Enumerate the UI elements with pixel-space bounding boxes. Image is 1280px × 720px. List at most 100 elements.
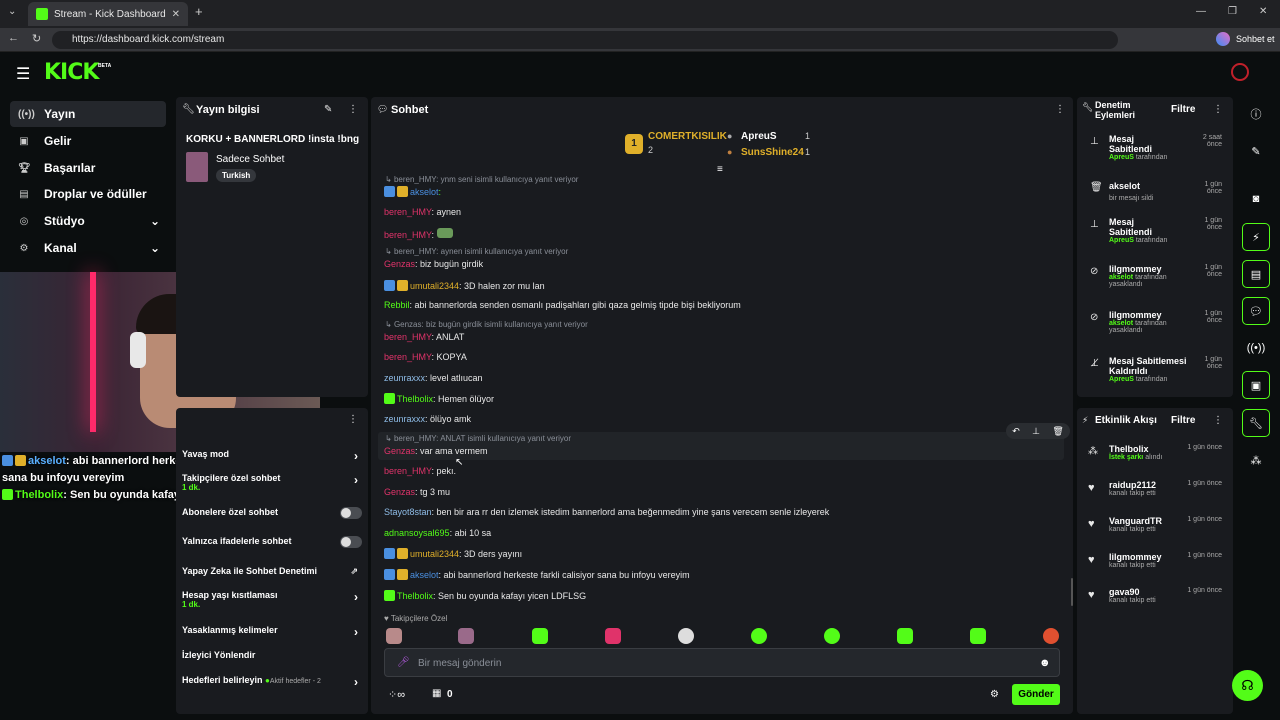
mod-action-item[interactable]: lilgmommey akselot tarafından yasaklandı 1… bbox=[1086, 310, 1222, 334]
stream-category[interactable]: Sadece Sohbet bbox=[216, 154, 284, 165]
chat-icon[interactable]: 💬︎ bbox=[1242, 297, 1270, 325]
notes-icon[interactable]: ▤ bbox=[1242, 260, 1270, 288]
kick-logo[interactable]: KICK bbox=[44, 60, 99, 85]
url-field[interactable]: https://dashboard.kick.com/stream bbox=[52, 31, 1118, 49]
setting-emotes-only[interactable]: Yalnızca ifadelerle sohbet bbox=[182, 536, 362, 548]
chat-message[interactable]: Genzas: tg 3 mu bbox=[384, 487, 450, 497]
reply-icon[interactable]: ↶ bbox=[1012, 426, 1020, 437]
emote-icon[interactable] bbox=[824, 628, 840, 644]
layout-icon[interactable]: ▣ bbox=[1242, 371, 1270, 399]
user-avatar[interactable] bbox=[1231, 63, 1249, 81]
chat-message[interactable]: Stayot8stan: ben bir ara rr den izlemek … bbox=[384, 507, 829, 517]
chat-username[interactable]: adnansoysal695 bbox=[384, 528, 450, 538]
chat-username[interactable]: beren_HMY bbox=[384, 466, 432, 476]
mod-action-user[interactable]: akselot bbox=[1109, 274, 1133, 281]
setting-subscribers-only[interactable]: Abonelere özel sohbet bbox=[182, 507, 362, 519]
setting-account-age[interactable]: Hesap yaşı kısıtlaması 1 dk. › bbox=[182, 590, 362, 609]
activity-icon[interactable]: ⁂ bbox=[1242, 446, 1270, 474]
more-icon[interactable]: ⋮ bbox=[1213, 104, 1223, 115]
emote-icon[interactable] bbox=[678, 628, 694, 644]
chat-message[interactable]: beren_HMY: pekı. bbox=[384, 466, 456, 476]
more-icon[interactable]: ⋮ bbox=[1055, 104, 1065, 115]
more-icon[interactable]: ⋮ bbox=[1213, 415, 1223, 426]
chat-username[interactable]: beren_HMY bbox=[384, 332, 432, 342]
chat-username[interactable]: Rebbil bbox=[384, 300, 410, 310]
gifter-name[interactable]: ApreuS bbox=[741, 131, 777, 142]
mod-action-item[interactable]: lilgmommey akselot tarafından yasaklandı 1… bbox=[1086, 264, 1222, 288]
mod-action-user[interactable]: ApreuS bbox=[1109, 237, 1134, 244]
event-item[interactable]: gava90 kanalı takip etti 1 gün önce bbox=[1086, 587, 1222, 604]
chat-message[interactable]: zeunraxxx: ölüyo amk bbox=[384, 414, 471, 424]
chat-message[interactable]: Thelbolix: Hemen ölüyor bbox=[384, 393, 494, 404]
chat-username[interactable]: Stayot8stan bbox=[384, 507, 432, 517]
sidebar-item-kanal[interactable]: ⚙ Kanal ⌄ bbox=[10, 235, 166, 261]
chat-message[interactable]: akselot: bbox=[384, 186, 441, 197]
setting-banned-words[interactable]: Yasaklanmış kelimeler › bbox=[182, 625, 362, 639]
emotes-only-toggle[interactable] bbox=[340, 536, 362, 548]
chat-username[interactable]: umutali2344 bbox=[410, 281, 459, 291]
minimize-icon[interactable]: — bbox=[1196, 6, 1206, 17]
chat-message[interactable]: beren_HMY: aynen bbox=[384, 207, 461, 217]
mod-action-item[interactable]: Mesaj Sabitlendi ApreuS tarafından 2 saat … bbox=[1086, 134, 1222, 161]
store-icon[interactable]: ▦ bbox=[432, 688, 441, 699]
event-item[interactable]: lilgmommey kanalı takip etti 1 gün önce bbox=[1086, 552, 1222, 569]
chat-message[interactable]: Genzas: var ama vermem bbox=[384, 446, 488, 456]
sidebar-item-studyo[interactable]: ◎ Stüdyo ⌄ bbox=[10, 208, 166, 234]
chat-username[interactable]: beren_HMY bbox=[384, 207, 432, 217]
chat-username[interactable]: umutali2344 bbox=[410, 549, 459, 559]
mod-action-item[interactable]: Mesaj Sabitlemesi Kaldırıldı ApreuS taraf… bbox=[1086, 356, 1222, 383]
event-item[interactable]: raidup2112 kanalı takip etti 1 gün önce bbox=[1086, 480, 1222, 497]
chat-message[interactable]: beren_HMY: KOPYA bbox=[384, 352, 467, 362]
chat-username[interactable]: Genzas bbox=[384, 487, 415, 497]
chat-username[interactable]: zeunraxxx bbox=[384, 414, 425, 424]
chat-message[interactable]: zeunraxxx: level atlıucan bbox=[384, 373, 483, 383]
browser-tab[interactable]: Stream - Kick Dashboard ✕ bbox=[28, 2, 188, 26]
chat-username[interactable]: Thelbolix bbox=[397, 394, 433, 404]
edit-icon[interactable]: ✎ bbox=[324, 104, 332, 115]
chat-username[interactable]: Thelbolix bbox=[397, 591, 433, 601]
sidebar-item-gelir[interactable]: ▣ Gelir bbox=[10, 128, 166, 154]
chat-message[interactable]: beren_HMY: ANLAT bbox=[384, 332, 464, 342]
chat-username[interactable]: beren_HMY bbox=[384, 230, 432, 240]
mod-action-user[interactable]: ApreuS bbox=[1109, 376, 1134, 383]
chat-username[interactable]: Genzas bbox=[384, 446, 415, 456]
setting-ai-moderation[interactable]: Yapay Zeka ile Sohbet Denetimi ⇗ bbox=[182, 566, 362, 576]
chat-message[interactable]: adnansoysal695: abi 10 sa bbox=[384, 528, 491, 538]
back-icon[interactable]: ← bbox=[8, 32, 19, 44]
setting-host[interactable]: İzleyici Yönlendir bbox=[182, 650, 362, 660]
maximize-icon[interactable]: ❐ bbox=[1228, 6, 1237, 17]
chat-scrollbar[interactable] bbox=[1071, 578, 1073, 606]
gifter-name[interactable]: SunsShine24 bbox=[741, 147, 804, 158]
chat-username[interactable]: beren_HMY bbox=[384, 352, 432, 362]
setting-followers-only[interactable]: Takipçilere özel sohbet 1 dk. › bbox=[182, 473, 362, 492]
emote-icon[interactable] bbox=[532, 628, 548, 644]
chat-message[interactable]: Genzas: biz bugün girdik bbox=[384, 259, 483, 269]
new-tab-icon[interactable]: + bbox=[195, 4, 203, 19]
event-item[interactable]: Thelbolix İstek şarkı alındı 1 gün önce bbox=[1086, 444, 1222, 461]
reload-icon[interactable]: ↻ bbox=[32, 32, 41, 45]
emote-icon[interactable] bbox=[970, 628, 986, 644]
emote-icon[interactable] bbox=[1043, 628, 1059, 644]
emote-icon[interactable] bbox=[751, 628, 767, 644]
info-icon[interactable]: ⓘ bbox=[1242, 100, 1270, 128]
chat-message[interactable]: Rebbil: abi bannerlorda senden osmanlı p… bbox=[384, 300, 741, 310]
mod-action-user[interactable]: ApreuS bbox=[1109, 154, 1134, 161]
mod-action-item[interactable]: akselot bir mesajı sildi 1 gün önce bbox=[1086, 181, 1222, 202]
chat-username[interactable]: akselot bbox=[410, 187, 439, 197]
emote-icon[interactable] bbox=[386, 628, 402, 644]
camera-icon[interactable]: ◙ bbox=[1242, 185, 1270, 213]
chat-message[interactable]: umutali2344: 3D halen zor mu lan bbox=[384, 280, 545, 291]
mod-action-user[interactable]: akselot bbox=[1109, 320, 1133, 327]
chat-message[interactable]: beren_HMY: bbox=[384, 228, 453, 240]
broadcast-icon[interactable]: ((•)) bbox=[1242, 334, 1270, 362]
mod-action-item[interactable]: Mesaj Sabitlendi ApreuS tarafından 1 gün ö… bbox=[1086, 217, 1222, 244]
subscribers-only-toggle[interactable] bbox=[340, 507, 362, 519]
copilot-label[interactable]: Sohbet et bbox=[1236, 34, 1275, 44]
top-gifter-name[interactable]: COMERTKISILIK bbox=[648, 131, 727, 142]
pin-icon[interactable]: ⊥ bbox=[1032, 426, 1040, 437]
support-button[interactable]: ☊ bbox=[1232, 670, 1263, 701]
lightning-icon[interactable]: ⚡︎ bbox=[1242, 223, 1270, 251]
send-button[interactable]: Gönder bbox=[1012, 684, 1060, 705]
sidebar-item-droplar[interactable]: ▤ Droplar ve ödüller bbox=[10, 181, 166, 207]
more-icon[interactable]: ⋮ bbox=[348, 104, 358, 115]
